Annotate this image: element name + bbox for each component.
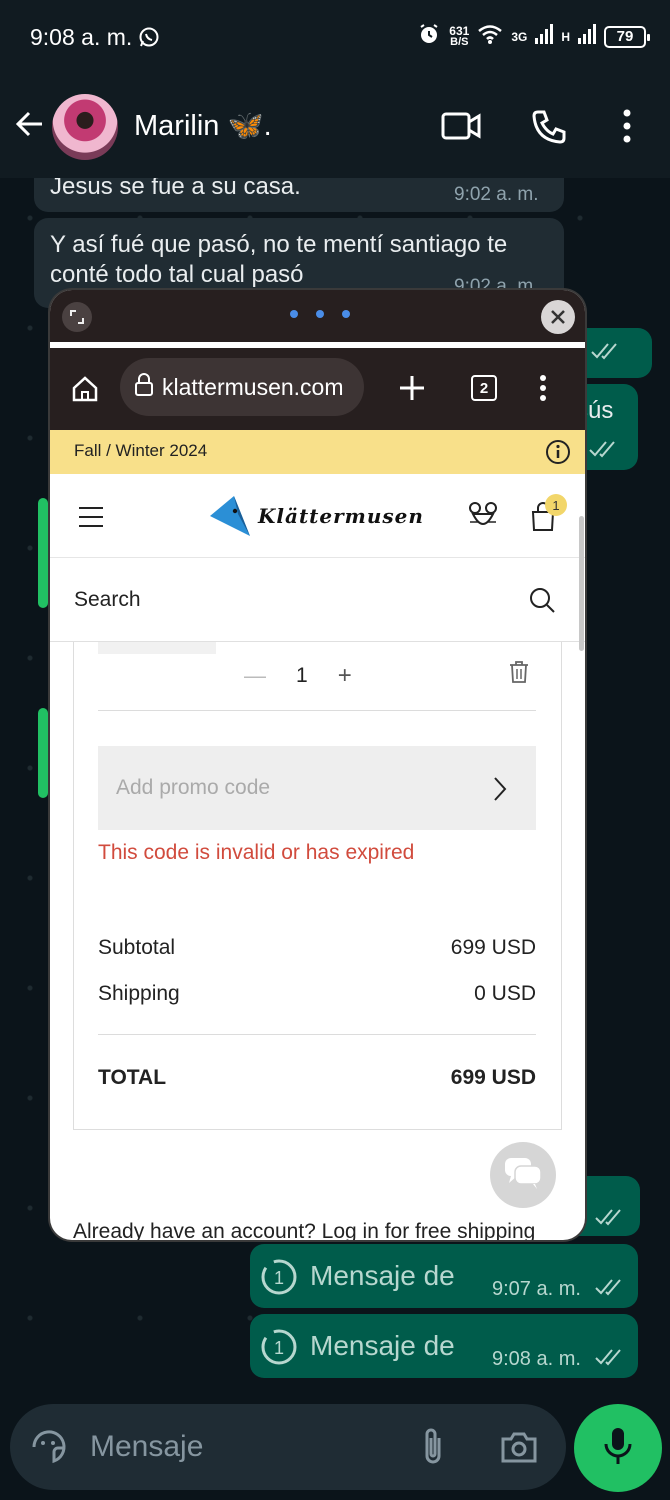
cart-count-badge: 1 bbox=[545, 494, 567, 516]
search-icon[interactable] bbox=[528, 586, 556, 619]
expand-window-icon[interactable] bbox=[62, 302, 92, 332]
video-call-icon[interactable] bbox=[440, 108, 482, 149]
total-label: TOTAL bbox=[98, 1066, 167, 1089]
read-receipt-icon bbox=[594, 1278, 624, 1301]
window-drag-handle[interactable] bbox=[290, 310, 350, 318]
status-icons: 631 B/S 3G H 79 bbox=[417, 22, 650, 51]
message-outgoing[interactable]: 1 Mensaje de 9:07 a. m. bbox=[250, 1244, 638, 1308]
divider bbox=[98, 1034, 536, 1035]
shipping-row: Shipping 0 USD bbox=[98, 982, 536, 1006]
wifi-icon bbox=[477, 23, 503, 50]
subtotal-value: 699 USD bbox=[450, 936, 536, 959]
cart-summary-card bbox=[73, 642, 562, 1130]
search-label: Search bbox=[74, 588, 141, 611]
status-bar: 9:08 a. m. 631 B/S 3G H 79 bbox=[0, 0, 670, 76]
svg-text:1: 1 bbox=[274, 1338, 284, 1358]
message-time: 9:08 a. m. bbox=[492, 1348, 581, 1370]
camera-icon[interactable] bbox=[500, 1430, 538, 1469]
message-text: Mensaje de bbox=[310, 1330, 455, 1361]
tab-switcher[interactable]: 2 bbox=[471, 375, 497, 401]
home-icon[interactable] bbox=[70, 374, 100, 409]
shipping-label: Shipping bbox=[98, 982, 180, 1005]
shop-header: Klättermusen bbox=[50, 474, 585, 558]
signal-icon bbox=[535, 24, 554, 49]
new-tab-icon[interactable] bbox=[398, 374, 426, 407]
search-bar[interactable]: Search bbox=[50, 558, 585, 642]
alarm-icon bbox=[417, 22, 441, 51]
banner-text: Fall / Winter 2024 bbox=[74, 441, 208, 460]
svg-text:1: 1 bbox=[274, 1268, 284, 1288]
contact-name[interactable]: Marilin 🦋. bbox=[134, 109, 272, 143]
total-value: 699 USD bbox=[450, 1066, 536, 1089]
trash-icon[interactable] bbox=[508, 660, 530, 689]
view-once-icon: 1 bbox=[260, 1258, 298, 1301]
hamburger-menu-icon[interactable] bbox=[78, 506, 104, 533]
message-time: 9:07 a. m. bbox=[492, 1278, 581, 1300]
subtotal-label: Subtotal bbox=[98, 936, 176, 959]
promo-code-placeholder: Add promo code bbox=[116, 776, 271, 799]
browser-popup-window[interactable]: klattermusen.com 2 Fall / Winter 2024 Kl… bbox=[50, 290, 585, 1240]
quantity-value: 1 bbox=[296, 664, 308, 687]
status-time: 9:08 a. m. bbox=[30, 24, 133, 50]
network-type-1: 3G bbox=[511, 29, 528, 44]
subtotal-row: Subtotal 699 USD bbox=[98, 936, 536, 960]
phone-call-icon[interactable] bbox=[530, 108, 568, 151]
browser-toolbar: klattermusen.com 2 bbox=[50, 348, 585, 430]
voice-message-button[interactable] bbox=[574, 1404, 662, 1492]
divider bbox=[98, 710, 536, 711]
message-composer[interactable]: Mensaje bbox=[10, 1404, 566, 1490]
quoted-message-bar bbox=[38, 498, 48, 608]
read-receipt-icon bbox=[594, 1348, 624, 1371]
battery-indicator: 79 bbox=[604, 25, 650, 48]
browser-menu-icon[interactable] bbox=[538, 374, 548, 407]
live-chat-button[interactable] bbox=[490, 1142, 556, 1208]
lock-icon bbox=[134, 372, 154, 402]
network-speed: 631 B/S bbox=[449, 23, 470, 48]
close-window-icon[interactable] bbox=[541, 300, 575, 334]
chat-header: Marilin 🦋. bbox=[0, 76, 670, 178]
increase-quantity-button[interactable]: + bbox=[338, 662, 352, 690]
signal-icon-2 bbox=[578, 24, 596, 49]
chat-bubbles-icon bbox=[503, 1156, 543, 1195]
shop-logo[interactable]: Klättermusen bbox=[258, 504, 424, 528]
microphone-icon bbox=[603, 1426, 633, 1471]
more-options-icon[interactable] bbox=[620, 108, 634, 149]
back-arrow-icon[interactable] bbox=[14, 108, 46, 145]
read-receipt-icon bbox=[588, 440, 618, 463]
quoted-message-bar bbox=[38, 708, 48, 798]
message-incoming[interactable]: Jesus se fue a su casa. 9:02 a. m. bbox=[34, 178, 564, 212]
total-row: TOTAL 699 USD bbox=[98, 1066, 536, 1090]
account-mouse-icon[interactable] bbox=[468, 500, 498, 537]
whatsapp-notification-icon bbox=[138, 26, 160, 53]
popup-titlebar[interactable] bbox=[50, 290, 585, 342]
promo-code-input[interactable]: Add promo code bbox=[98, 746, 536, 830]
message-time: 9:02 a. m. bbox=[454, 184, 539, 205]
url-bar[interactable]: klattermusen.com bbox=[120, 358, 364, 416]
contact-avatar[interactable] bbox=[52, 94, 118, 160]
quantity-stepper: — 1 + bbox=[244, 662, 352, 690]
logo-bird-icon[interactable] bbox=[208, 494, 254, 543]
message-outgoing[interactable]: 1 Mensaje de 9:08 a. m. bbox=[250, 1314, 638, 1378]
product-image-bottom bbox=[98, 642, 216, 654]
message-input-placeholder: Mensaje bbox=[90, 1430, 204, 1463]
message-text: Mensaje de bbox=[310, 1260, 455, 1291]
url-text: klattermusen.com bbox=[162, 373, 344, 400]
page-scrollbar[interactable] bbox=[579, 516, 584, 651]
network-type-2: H bbox=[561, 29, 570, 44]
info-icon[interactable] bbox=[545, 439, 571, 470]
read-receipt-icon bbox=[594, 1208, 624, 1231]
promo-error-message: This code is invalid or has expired bbox=[98, 841, 415, 864]
chevron-right-icon[interactable] bbox=[492, 776, 508, 807]
shipping-value: 0 USD bbox=[474, 982, 536, 1005]
attach-icon[interactable] bbox=[420, 1426, 446, 1473]
announcement-banner: Fall / Winter 2024 bbox=[50, 430, 585, 474]
decrease-quantity-button[interactable]: — bbox=[244, 663, 266, 689]
message-text: Jesus se fue a su casa. bbox=[50, 178, 301, 200]
read-receipt-icon bbox=[590, 342, 620, 365]
emoji-sticker-icon[interactable] bbox=[30, 1428, 68, 1471]
view-once-icon: 1 bbox=[260, 1328, 298, 1371]
login-prompt-link[interactable]: Already have an account? Log in for free… bbox=[73, 1220, 535, 1240]
